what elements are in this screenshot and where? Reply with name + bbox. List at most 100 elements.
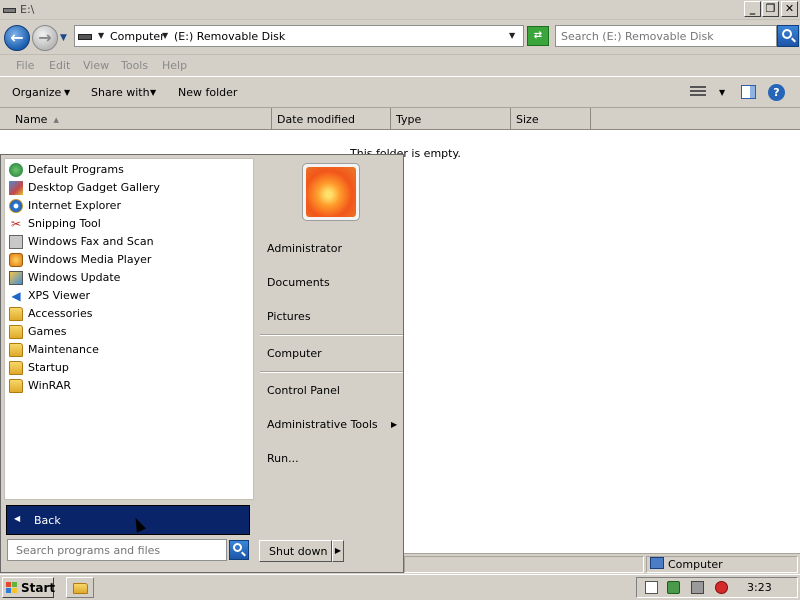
program-windows-media-player[interactable]: Windows Media Player (7, 251, 247, 269)
menu-bar: File Edit View Tools Help (0, 54, 800, 76)
program-windows-update[interactable]: Windows Update (7, 269, 247, 287)
safely-remove-hardware-icon[interactable] (667, 581, 680, 594)
program-desktop-gadget-gallery[interactable]: Desktop Gadget Gallery (7, 179, 247, 197)
search-button[interactable] (777, 25, 799, 47)
folder-accessories[interactable]: Accessories (7, 305, 247, 323)
shut-down-button[interactable]: Shut down (259, 540, 332, 562)
folder-maintenance[interactable]: Maintenance (7, 341, 247, 359)
shut-down-options-button[interactable]: ▶ (332, 540, 344, 562)
gadget-gallery-icon (9, 181, 23, 195)
chevron-down-icon: ▼ (150, 88, 157, 97)
preview-pane-icon[interactable] (741, 85, 756, 99)
program-internet-explorer[interactable]: Internet Explorer (7, 197, 247, 215)
folder-games[interactable]: Games (7, 323, 247, 341)
folder-startup[interactable]: Startup (7, 359, 247, 377)
clock[interactable]: 3:23 (747, 581, 772, 594)
close-button[interactable]: ✕ (781, 1, 798, 17)
separator (260, 371, 403, 373)
program-xps-viewer[interactable]: ◀ XPS Viewer (7, 287, 247, 305)
folder-icon (9, 307, 23, 321)
chevron-down-icon: ▼ (64, 88, 71, 97)
all-programs-list: Default Programs Desktop Gadget Gallery … (4, 158, 254, 500)
fax-icon (9, 235, 23, 249)
recent-pages-dropdown[interactable]: ▼ (60, 33, 67, 43)
chevron-left-icon: ◀ (14, 514, 21, 523)
menu-help[interactable]: Help (162, 59, 187, 72)
windows-logo-icon (6, 582, 18, 594)
explorer-taskbar-button[interactable] (66, 577, 94, 598)
link-control-panel[interactable]: Control Panel (267, 384, 340, 397)
title-bar: E:\ _ ❐ ✕ (0, 0, 800, 20)
start-search-button[interactable] (229, 540, 249, 560)
folder-icon (9, 379, 23, 393)
program-default-programs[interactable]: Default Programs (7, 161, 247, 179)
link-run[interactable]: Run... (267, 452, 299, 465)
windows-update-icon (9, 271, 23, 285)
column-type[interactable]: Type (391, 108, 511, 130)
start-menu: Default Programs Desktop Gadget Gallery … (0, 154, 404, 573)
default-programs-icon (9, 163, 23, 177)
notes-icon[interactable] (645, 581, 658, 594)
change-view-icon[interactable] (690, 86, 706, 99)
menu-view[interactable]: View (83, 59, 109, 72)
column-headers: Name ▲ Date modified Type Size (0, 108, 800, 130)
forward-button[interactable]: → (32, 25, 58, 51)
xps-viewer-icon: ◀ (11, 289, 21, 303)
separator (260, 334, 403, 336)
taskbar: Start 3:23 (0, 574, 800, 600)
link-administrator[interactable]: Administrator (267, 242, 342, 255)
folder-icon (9, 325, 23, 339)
drive-icon (78, 34, 92, 40)
breadcrumb-removable-disk[interactable]: (E:) Removable Disk (174, 30, 285, 43)
start-search-field[interactable] (7, 539, 227, 561)
back-button[interactable]: ← (4, 25, 30, 51)
menu-tools[interactable]: Tools (121, 59, 148, 72)
media-player-icon (9, 253, 23, 267)
network-icon[interactable] (691, 581, 704, 594)
refresh-button[interactable]: ⇄ (527, 26, 549, 46)
drive-icon (3, 8, 16, 13)
menu-edit[interactable]: Edit (49, 59, 70, 72)
link-documents[interactable]: Documents (267, 276, 330, 289)
scissors-icon: ✂ (10, 217, 22, 231)
start-search-input[interactable] (16, 543, 222, 558)
volume-muted-icon[interactable] (715, 581, 728, 594)
chevron-down-icon[interactable]: ▼ (98, 31, 104, 40)
address-box[interactable]: ▼ Computer ▼ (E:) Removable Disk ▼ (74, 25, 524, 47)
address-bar: ← → ▼ ▼ Computer ▼ (E:) Removable Disk ▼… (0, 20, 800, 54)
folder-icon (9, 343, 23, 357)
address-dropdown-icon[interactable]: ▼ (509, 31, 515, 40)
column-date-modified[interactable]: Date modified (272, 108, 391, 130)
flower-picture-icon (306, 167, 356, 217)
program-windows-fax-and-scan[interactable]: Windows Fax and Scan (7, 233, 247, 251)
column-size[interactable]: Size (511, 108, 591, 130)
link-computer[interactable]: Computer (267, 347, 322, 360)
new-folder-button[interactable]: New folder (178, 86, 237, 99)
chevron-down-icon[interactable]: ▼ (162, 31, 168, 40)
status-location: Computer (668, 558, 723, 571)
help-icon[interactable]: ? (768, 84, 785, 101)
chevron-right-icon: ▶ (391, 420, 398, 429)
command-bar: Organize ▼ Share with ▼ New folder ▼ ? (0, 76, 800, 108)
link-pictures[interactable]: Pictures (267, 310, 311, 323)
start-button[interactable]: Start (2, 577, 55, 598)
organize-button[interactable]: Organize (12, 86, 61, 99)
breadcrumb-computer[interactable]: Computer (110, 30, 165, 43)
view-options-dropdown[interactable]: ▼ (719, 88, 725, 97)
user-avatar[interactable] (302, 163, 360, 221)
menu-file[interactable]: File (16, 59, 34, 72)
sort-ascending-icon: ▲ (53, 116, 59, 124)
search-icon (233, 543, 242, 552)
column-name[interactable]: Name ▲ (10, 108, 272, 130)
back-button[interactable]: ◀ Back (6, 505, 250, 535)
share-with-button[interactable]: Share with (91, 86, 150, 99)
maximize-button[interactable]: ❐ (762, 1, 779, 17)
folder-winrar[interactable]: WinRAR (7, 377, 247, 395)
program-snipping-tool[interactable]: ✂ Snipping Tool (7, 215, 247, 233)
minimize-button[interactable]: _ (744, 1, 761, 17)
start-menu-right-pane: Administrator Documents Pictures Compute… (256, 155, 403, 572)
search-field[interactable] (555, 25, 777, 47)
link-administrative-tools[interactable]: Administrative Tools (267, 418, 378, 431)
system-tray: 3:23 (636, 577, 798, 598)
search-input[interactable] (561, 29, 771, 44)
